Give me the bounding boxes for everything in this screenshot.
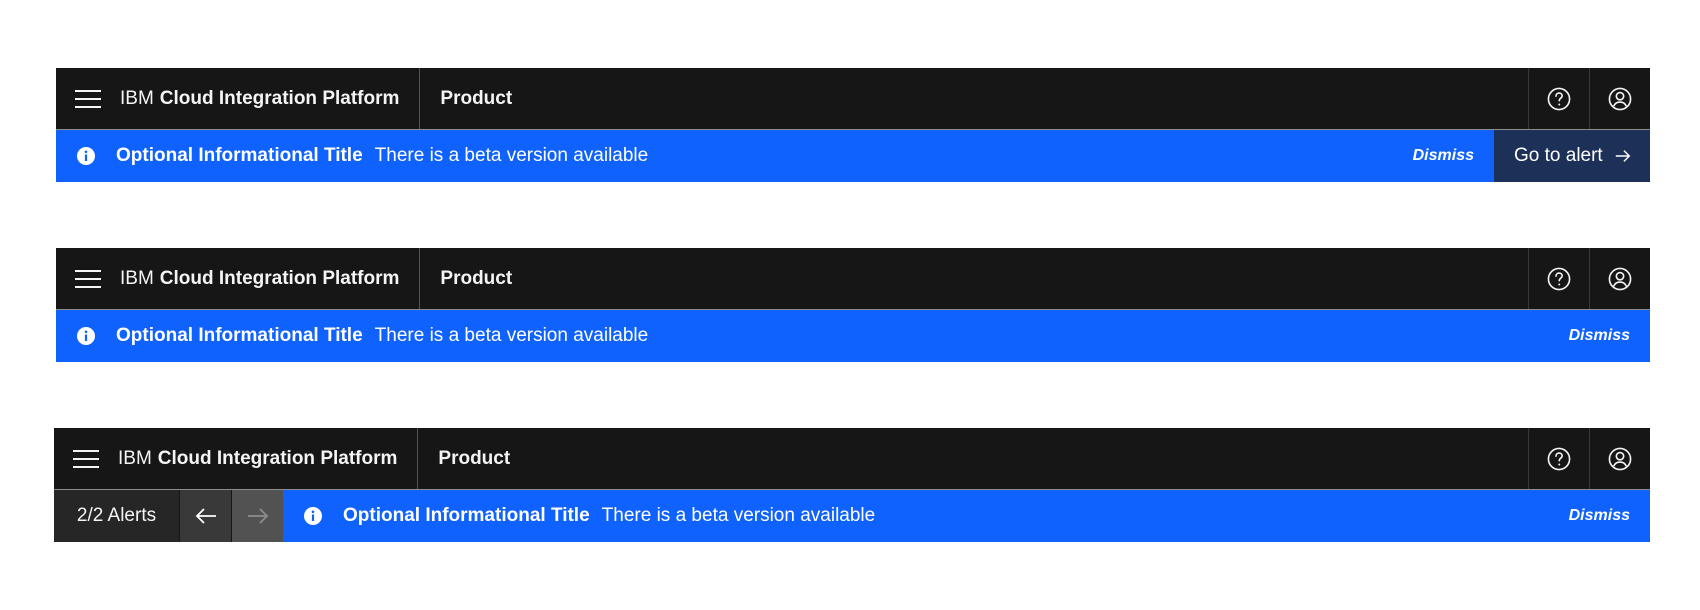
notification-title: Optional Informational Title [116, 145, 363, 166]
hamburger-icon [75, 269, 101, 288]
header-variant-with-pager: IBM Cloud Integration Platform Product 2… [54, 428, 1650, 542]
hamburger-icon [73, 449, 99, 468]
brand-prefix: IBM [120, 267, 154, 289]
go-to-alert-label: Go to alert [1514, 145, 1603, 166]
notification-title: Optional Informational Title [116, 325, 363, 346]
notification-title: Optional Informational Title [343, 505, 590, 526]
notification-content: Optional Informational Title There is a … [283, 490, 1549, 542]
arrow-left-icon [195, 508, 216, 524]
brand-name[interactable]: IBM Cloud Integration Platform [120, 248, 421, 309]
help-icon [1547, 87, 1571, 110]
alert-count: 2/2 Alerts [54, 490, 179, 542]
go-to-alert-button[interactable]: Go to alert [1494, 130, 1650, 182]
notification-content: Optional Informational Title There is a … [56, 310, 1549, 362]
menu-button[interactable] [56, 248, 120, 309]
product-nav-item[interactable]: Product [418, 428, 510, 489]
header-variant-dismiss-only: IBM Cloud Integration Platform Product O… [56, 248, 1650, 362]
notification-message: There is a beta version available [374, 325, 649, 346]
help-button[interactable] [1528, 248, 1589, 309]
notification-message: There is a beta version available [601, 505, 876, 526]
info-icon [76, 326, 96, 346]
brand-product-name: Cloud Integration Platform [159, 87, 400, 109]
notification-content: Optional Informational Title There is a … [56, 130, 1393, 182]
arrow-right-icon [247, 508, 268, 524]
dismiss-button[interactable]: Dismiss [1549, 310, 1650, 362]
user-button[interactable] [1589, 68, 1650, 129]
help-icon [1547, 267, 1571, 290]
user-button[interactable] [1589, 248, 1650, 309]
brand-prefix: IBM [118, 447, 152, 469]
previous-alert-button[interactable] [179, 490, 231, 542]
next-alert-button[interactable] [231, 490, 283, 542]
global-header: IBM Cloud Integration Platform Product [56, 68, 1650, 130]
brand-prefix: IBM [120, 87, 154, 109]
brand-name[interactable]: IBM Cloud Integration Platform [120, 68, 421, 129]
header-variant-with-action: IBM Cloud Integration Platform Product O… [56, 68, 1650, 182]
hamburger-icon [75, 89, 101, 108]
global-header: IBM Cloud Integration Platform Product [56, 248, 1650, 310]
help-button[interactable] [1528, 428, 1589, 489]
help-button[interactable] [1528, 68, 1589, 129]
menu-button[interactable] [54, 428, 118, 489]
product-nav-item[interactable]: Product [420, 248, 512, 309]
user-avatar-icon [1608, 447, 1632, 470]
product-nav-item[interactable]: Product [420, 68, 512, 129]
global-header: IBM Cloud Integration Platform Product [54, 428, 1650, 490]
user-button[interactable] [1589, 428, 1650, 489]
notification-bar: Optional Informational Title There is a … [56, 130, 1650, 182]
canvas: IBM Cloud Integration Platform Product O… [0, 0, 1700, 610]
brand-product-name: Cloud Integration Platform [159, 267, 400, 289]
notification-message: There is a beta version available [374, 145, 649, 166]
menu-button[interactable] [56, 68, 120, 129]
help-icon [1547, 447, 1571, 470]
brand-name[interactable]: IBM Cloud Integration Platform [118, 428, 419, 489]
dismiss-button[interactable]: Dismiss [1393, 130, 1494, 182]
notification-bar: Optional Informational Title There is a … [56, 310, 1650, 362]
info-icon [76, 146, 96, 166]
info-icon [303, 506, 323, 526]
notification-bar: 2/2 Alerts Optional Informational Title [54, 490, 1650, 542]
arrow-right-icon [1615, 150, 1631, 162]
user-avatar-icon [1608, 267, 1632, 290]
alert-pager: 2/2 Alerts [54, 490, 283, 542]
dismiss-button[interactable]: Dismiss [1549, 490, 1650, 542]
user-avatar-icon [1608, 87, 1632, 110]
brand-product-name: Cloud Integration Platform [157, 447, 398, 469]
